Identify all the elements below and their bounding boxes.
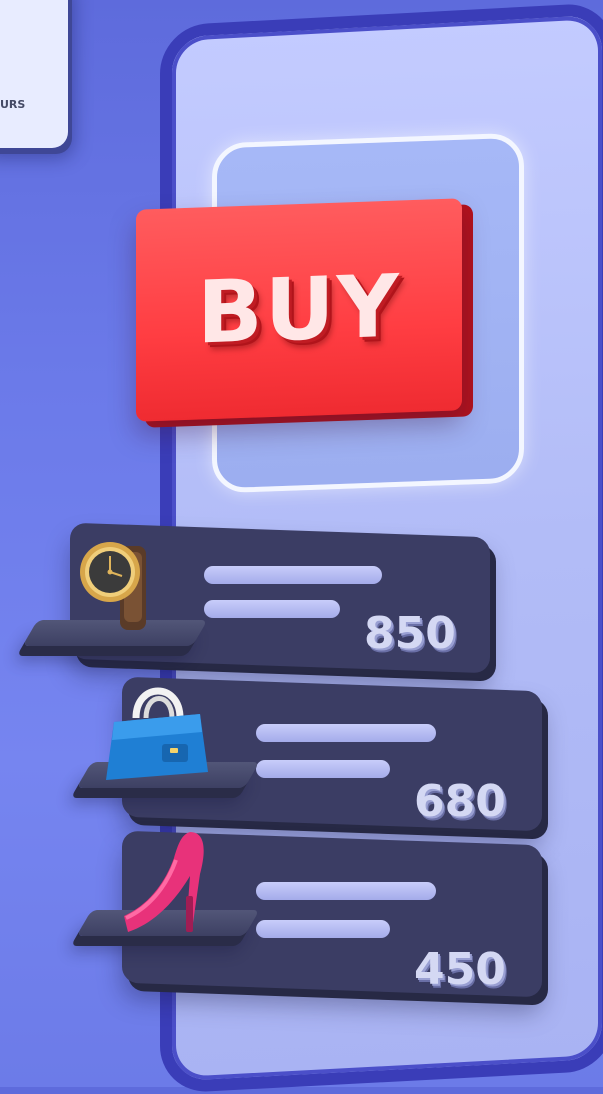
handbag-icon — [100, 676, 210, 788]
corner-card-text: URS — [0, 98, 26, 111]
buy-button[interactable]: BUY — [136, 198, 462, 422]
product-price: 680 — [414, 776, 506, 827]
product-line-short — [256, 760, 390, 778]
high-heel-shoe-icon — [118, 826, 214, 938]
product-line-long — [256, 882, 436, 900]
product-price: 850 — [364, 608, 456, 659]
product-line-short — [204, 600, 340, 618]
product-line-long — [204, 566, 382, 584]
watch-icon — [76, 538, 156, 634]
product-line-long — [256, 724, 436, 742]
product-line-short — [256, 920, 390, 938]
buy-button-label: BUY — [197, 256, 401, 364]
corner-card: URS — [0, 0, 68, 148]
product-price: 450 — [414, 944, 506, 995]
